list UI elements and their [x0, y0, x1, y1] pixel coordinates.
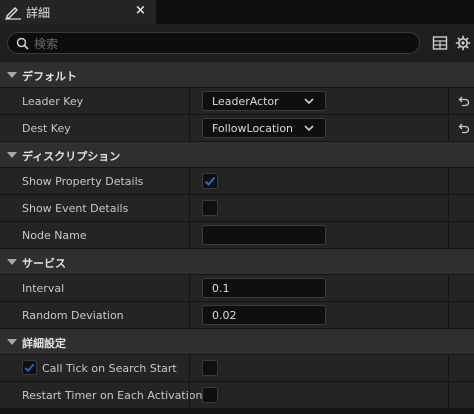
category-default[interactable]: デフォルト — [0, 62, 474, 88]
chevron-down-icon — [304, 125, 314, 132]
search-icon — [16, 37, 29, 50]
reset-to-default-icon[interactable] — [458, 122, 470, 134]
column-divider — [448, 88, 449, 114]
checkmark-icon — [24, 363, 35, 373]
column-divider[interactable] — [189, 222, 190, 248]
tab-details[interactable]: 詳細 × — [0, 0, 156, 24]
details-toolbar — [0, 24, 474, 62]
property-list: デフォルト Leader Key LeaderActor Dest Key Fo… — [0, 62, 474, 409]
chevron-down-icon — [7, 259, 17, 265]
search-box[interactable] — [7, 32, 420, 54]
show-event-details-checkbox[interactable] — [202, 200, 218, 216]
pencil-icon — [5, 7, 21, 20]
call-tick-on-search-start-checkbox[interactable] — [202, 360, 218, 376]
column-divider — [448, 168, 449, 194]
chevron-down-icon — [7, 72, 17, 78]
checkmark-icon — [204, 176, 216, 186]
combobox-value: LeaderActor — [212, 95, 279, 108]
random-deviation-input[interactable]: 0.02 — [202, 305, 326, 325]
input-value: 0.02 — [212, 309, 237, 322]
chevron-down-icon — [304, 98, 314, 105]
column-divider — [448, 302, 449, 328]
combobox-value: FollowLocation — [212, 122, 294, 135]
column-divider — [448, 115, 449, 141]
column-divider[interactable] — [189, 302, 190, 328]
column-divider[interactable] — [189, 168, 190, 194]
edit-condition-checkbox[interactable] — [22, 360, 37, 375]
show-property-details-checkbox[interactable] — [202, 173, 218, 189]
table-view-icon[interactable] — [432, 35, 448, 51]
category-label: ディスクリプション — [22, 150, 121, 163]
tab-bar: 詳細 × — [0, 0, 474, 24]
column-divider[interactable] — [189, 355, 190, 381]
column-divider[interactable] — [189, 382, 190, 408]
column-divider[interactable] — [189, 115, 190, 141]
property-name: Show Event Details — [22, 202, 129, 215]
node-name-input[interactable] — [202, 225, 326, 245]
property-row-show-event-details: Show Event Details — [0, 195, 474, 222]
property-name: Restart Timer on Each Activation — [22, 389, 203, 402]
property-row-call-tick-on-search-start: Call Tick on Search Start — [0, 355, 474, 382]
category-label: デフォルト — [22, 70, 77, 83]
tab-title: 詳細 — [26, 6, 51, 20]
category-label: サービス — [22, 257, 66, 270]
category-description[interactable]: ディスクリプション — [0, 142, 474, 168]
property-row-restart-timer: Restart Timer on Each Activation — [0, 382, 474, 409]
property-name: Dest Key — [22, 122, 71, 135]
column-divider — [448, 195, 449, 221]
property-row-random-deviation: Random Deviation 0.02 — [0, 302, 474, 329]
property-name: Show Property Details — [22, 175, 144, 188]
reset-to-default-icon[interactable] — [458, 95, 470, 107]
column-divider[interactable] — [189, 275, 190, 301]
category-service[interactable]: サービス — [0, 249, 474, 275]
close-icon[interactable]: × — [135, 3, 146, 18]
category-label: 詳細設定 — [22, 337, 66, 350]
column-divider — [448, 222, 449, 248]
gear-icon[interactable] — [455, 35, 471, 51]
chevron-down-icon — [7, 339, 17, 345]
column-divider — [448, 355, 449, 381]
property-name: Random Deviation — [22, 309, 124, 322]
input-value: 0.1 — [212, 282, 230, 295]
property-name: Node Name — [22, 229, 87, 242]
column-divider — [448, 382, 449, 408]
column-divider[interactable] — [189, 88, 190, 114]
column-divider[interactable] — [189, 195, 190, 221]
property-row-show-property-details: Show Property Details — [0, 168, 474, 195]
column-divider — [448, 275, 449, 301]
property-name: Call Tick on Search Start — [42, 362, 177, 375]
property-row-dest-key: Dest Key FollowLocation — [0, 115, 474, 142]
property-name: Leader Key — [22, 95, 84, 108]
chevron-down-icon — [7, 152, 17, 158]
leader-key-combobox[interactable]: LeaderActor — [202, 91, 326, 111]
search-input[interactable] — [34, 35, 414, 52]
category-advanced[interactable]: 詳細設定 — [0, 329, 474, 355]
dest-key-combobox[interactable]: FollowLocation — [202, 118, 326, 138]
property-row-interval: Interval 0.1 — [0, 275, 474, 302]
interval-input[interactable]: 0.1 — [202, 278, 326, 298]
property-row-leader-key: Leader Key LeaderActor — [0, 88, 474, 115]
property-row-node-name: Node Name — [0, 222, 474, 249]
restart-timer-checkbox[interactable] — [202, 387, 218, 403]
property-name: Interval — [22, 282, 65, 295]
